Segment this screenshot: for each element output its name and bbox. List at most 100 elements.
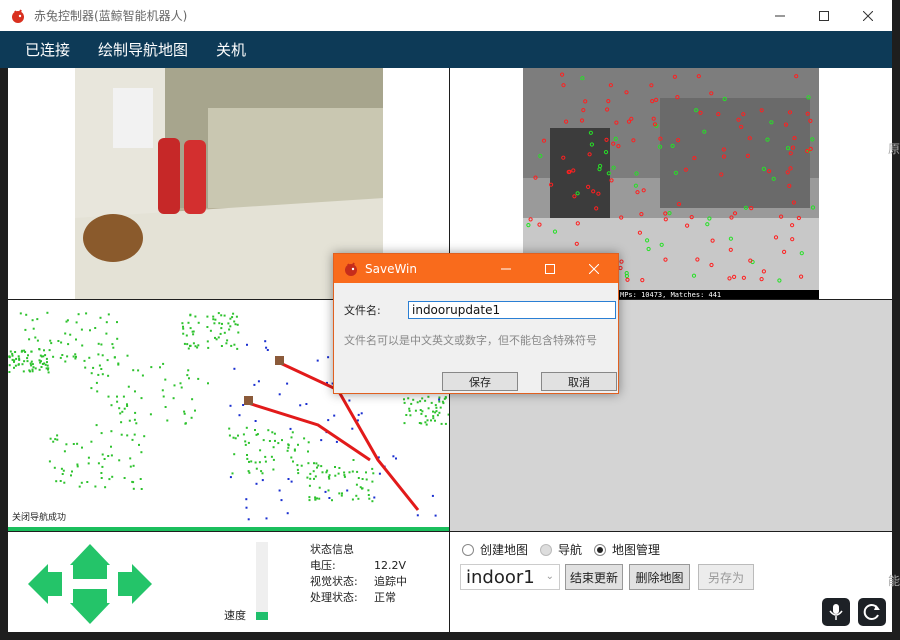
- menu-connected[interactable]: 已连接: [25, 39, 70, 60]
- map-point: [229, 325, 232, 328]
- map-point: [137, 369, 140, 372]
- map-point: [231, 316, 234, 319]
- dialog-close-icon[interactable]: [572, 254, 616, 283]
- map-point: [191, 398, 194, 401]
- map-point: [272, 468, 275, 471]
- map-point: [44, 354, 47, 357]
- microphone-button[interactable]: [822, 598, 850, 626]
- scan-point: [392, 455, 395, 458]
- status-row: 视觉状态: 追踪中: [310, 574, 407, 590]
- map-point: [356, 470, 359, 473]
- cancel-button[interactable]: 取消: [541, 372, 617, 391]
- menu-draw-nav-map[interactable]: 绘制导航地图: [98, 39, 188, 60]
- map-point: [61, 473, 64, 475]
- map-point: [421, 410, 424, 413]
- arrow-right-stem[interactable]: [118, 572, 132, 596]
- arrow-left-stem[interactable]: [48, 572, 62, 596]
- map-point: [47, 368, 49, 371]
- scan-point: [290, 480, 293, 483]
- map-point: [272, 458, 275, 461]
- map-point: [352, 459, 355, 461]
- map-point: [307, 450, 309, 453]
- status-key: 处理状态:: [310, 591, 358, 604]
- map-select[interactable]: indoor1 ⌄: [460, 564, 560, 590]
- map-point: [121, 410, 124, 413]
- map-point: [226, 339, 229, 342]
- map-point: [127, 385, 130, 388]
- map-point: [425, 423, 428, 426]
- map-point: [180, 386, 183, 389]
- arrow-down-icon[interactable]: [70, 603, 110, 624]
- arrow-up-icon[interactable]: [70, 544, 110, 565]
- map-point: [64, 332, 67, 335]
- radio-create-map[interactable]: 创建地图: [462, 541, 528, 558]
- map-point: [75, 355, 77, 358]
- map-point: [97, 342, 100, 345]
- map-point: [405, 414, 408, 416]
- map-point: [430, 419, 432, 422]
- map-point: [308, 484, 311, 487]
- map-point: [438, 396, 441, 399]
- map-point: [97, 462, 100, 465]
- close-icon[interactable]: [846, 0, 890, 31]
- map-point: [14, 364, 17, 367]
- map-point: [21, 363, 24, 366]
- filename-hint: 文件名可以是中文英文或数字，但不能包含特殊符号: [344, 334, 597, 347]
- map-point: [351, 498, 354, 501]
- scan-point: [261, 479, 264, 482]
- map-point: [18, 358, 21, 361]
- minimize-icon[interactable]: [758, 0, 802, 31]
- map-point: [59, 480, 62, 482]
- menu-shutdown[interactable]: 关机: [216, 39, 246, 60]
- save-button[interactable]: 保存: [442, 372, 518, 391]
- map-point: [76, 465, 79, 468]
- map-point: [297, 443, 299, 446]
- map-point: [220, 345, 223, 347]
- map-point: [223, 331, 226, 334]
- map-point: [164, 406, 167, 408]
- radio-circle[interactable]: [540, 543, 553, 556]
- arrow-left-icon[interactable]: [28, 564, 48, 604]
- dialog-maximize-icon[interactable]: [528, 254, 572, 283]
- radio-navigation[interactable]: 导航: [540, 541, 582, 558]
- map-point: [32, 327, 35, 330]
- radio-circle[interactable]: [462, 543, 474, 556]
- delete-map-button[interactable]: 删除地图: [629, 564, 690, 590]
- map-point: [66, 355, 69, 358]
- arrow-down-stem[interactable]: [73, 589, 107, 603]
- map-point: [412, 398, 415, 401]
- save-as-button[interactable]: 另存为: [698, 564, 754, 590]
- end-update-button[interactable]: 结束更新: [565, 564, 623, 590]
- map-point: [80, 481, 83, 484]
- arrow-right-icon[interactable]: [132, 564, 152, 604]
- map-point: [100, 343, 103, 346]
- map-point: [36, 339, 39, 342]
- map-point: [250, 460, 253, 463]
- map-point: [314, 498, 317, 501]
- filename-input[interactable]: indoorupdate1: [408, 301, 616, 319]
- map-point: [38, 368, 41, 371]
- map-point: [365, 478, 368, 481]
- map-point: [183, 410, 186, 413]
- dialog-minimize-icon[interactable]: [484, 254, 528, 283]
- map-point: [94, 327, 97, 329]
- arrow-up-stem[interactable]: [73, 565, 107, 579]
- speed-slider[interactable]: [256, 542, 268, 620]
- map-point: [116, 395, 118, 398]
- map-point: [212, 318, 215, 321]
- map-point: [314, 475, 317, 478]
- map-point: [217, 312, 220, 315]
- map-point: [15, 357, 18, 360]
- map-point: [225, 342, 228, 345]
- refresh-button[interactable]: [858, 598, 886, 626]
- radio-circle[interactable]: [594, 543, 607, 556]
- map-point: [31, 319, 34, 322]
- map-point: [434, 404, 437, 407]
- map-point: [246, 454, 248, 456]
- map-point: [59, 356, 62, 359]
- map-point: [30, 364, 33, 367]
- map-point: [9, 350, 12, 353]
- maximize-icon[interactable]: [802, 0, 846, 31]
- radio-map-management[interactable]: 地图管理: [594, 541, 660, 558]
- status-key: 视觉状态:: [310, 575, 358, 588]
